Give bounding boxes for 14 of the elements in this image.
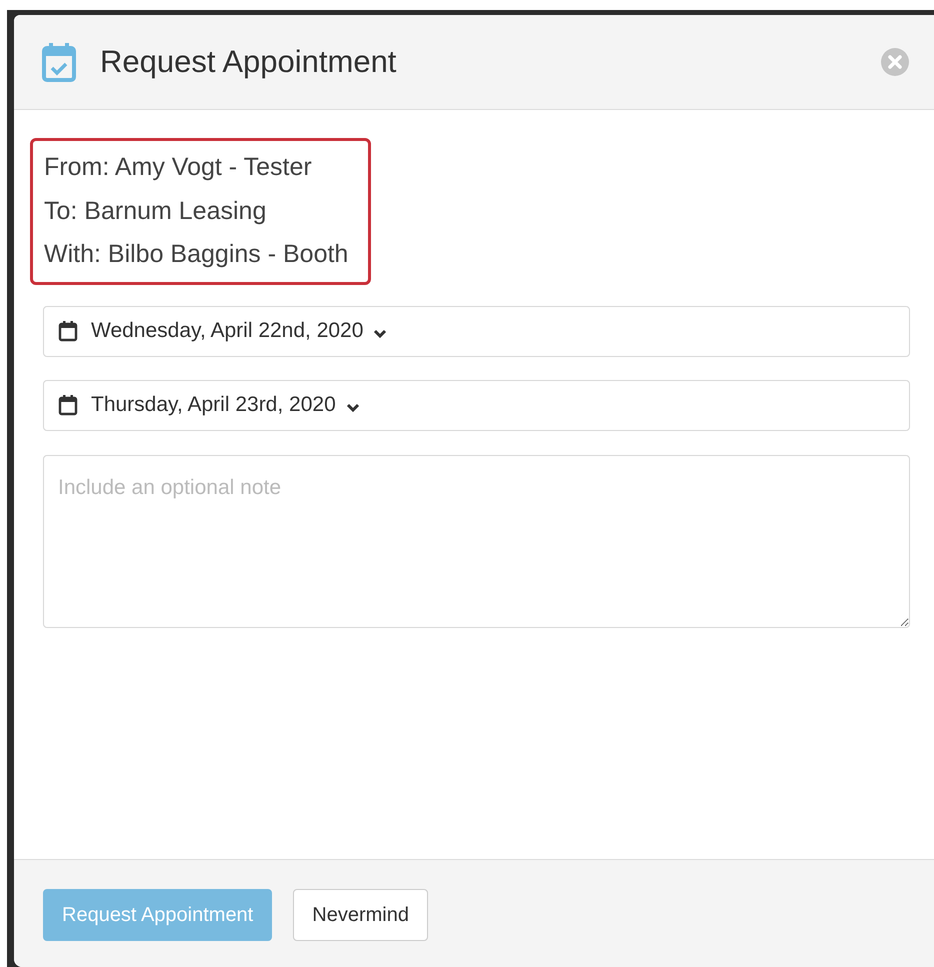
close-button[interactable] (880, 47, 910, 77)
date-value: Wednesday, April 22nd, 2020 (91, 319, 364, 343)
detail-text: With: Bilbo Baggins - Booth (44, 239, 348, 270)
date-picker[interactable]: Wednesday, April 22nd, 2020 (43, 306, 910, 356)
detail-text: To: Barnum Leasing (44, 196, 268, 226)
detail-text: From: Amy Vogt - Tester (44, 152, 313, 183)
calendar-check-icon (42, 42, 76, 82)
note-field[interactable]: Include an optional note (43, 454, 910, 628)
calendar-icon (58, 320, 78, 342)
date-value: Thursday, April 23rd, 2020 (91, 393, 336, 417)
dialog-title: Request Appointment (100, 44, 398, 80)
cancel-button[interactable]: Nevermind (293, 889, 428, 941)
calendar-icon (58, 394, 78, 416)
date-picker[interactable]: Thursday, April 23rd, 2020 (43, 380, 910, 430)
